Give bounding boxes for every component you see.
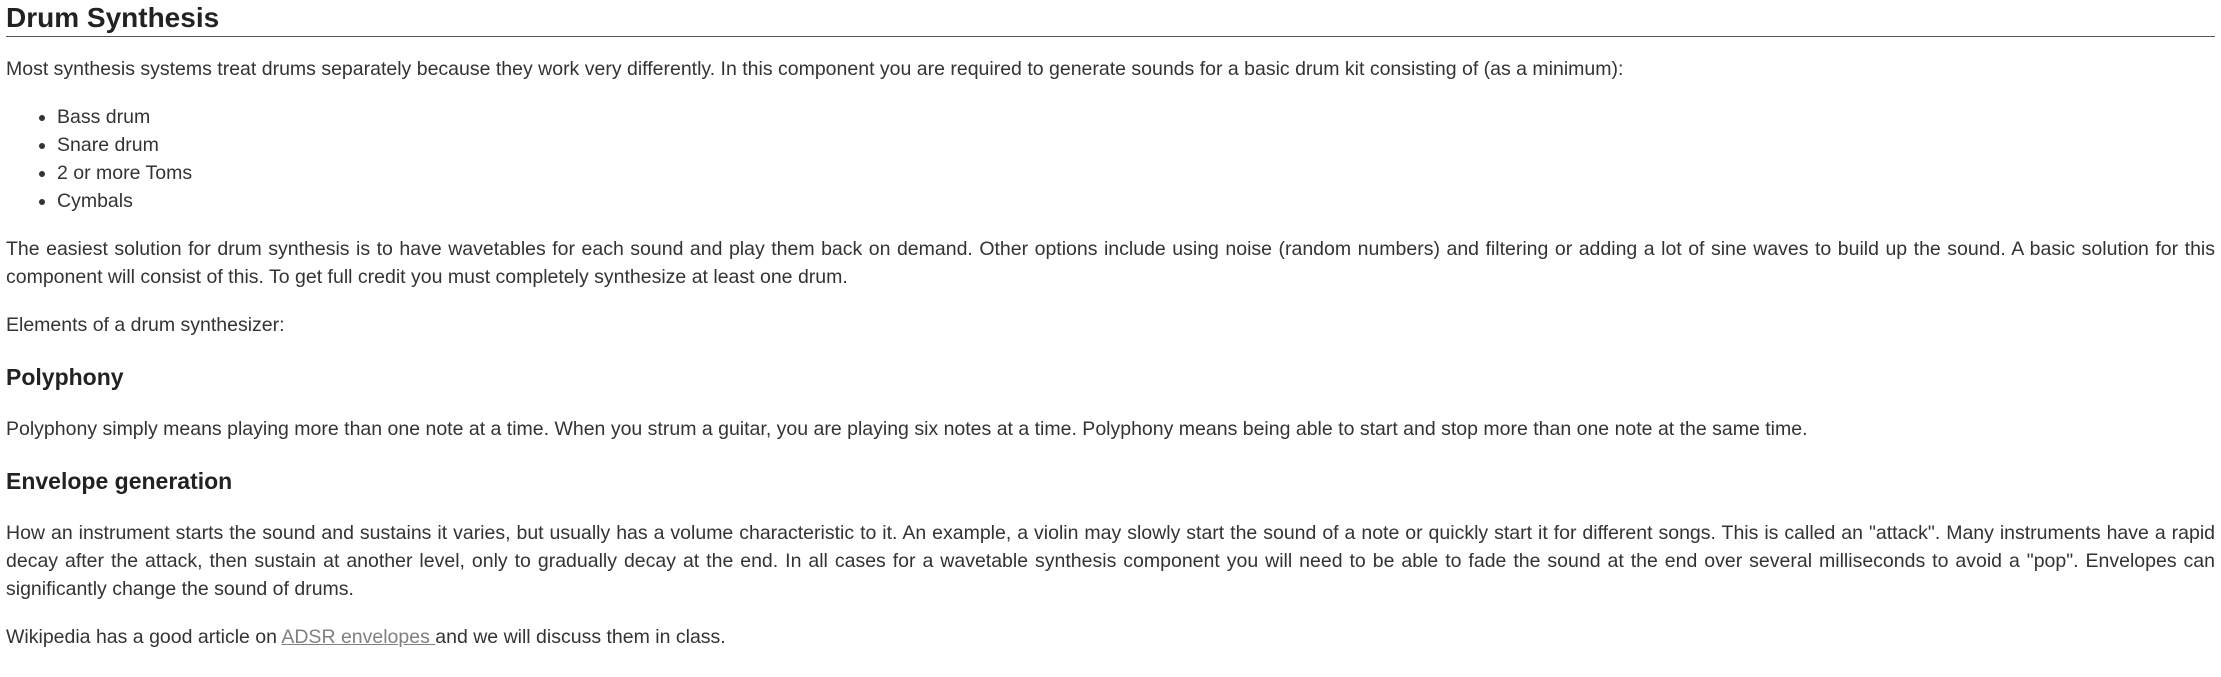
list-item: Snare drum <box>57 131 2215 159</box>
polyphony-paragraph: Polyphony simply means playing more than… <box>6 418 1808 440</box>
solution-paragraph: The easiest solution for drum synthesis … <box>6 238 2215 288</box>
adsr-envelopes-link[interactable]: ADSR envelopes <box>281 626 435 648</box>
intro-paragraph: Most synthesis systems treat drums separ… <box>6 58 1624 80</box>
list-item: Bass drum <box>57 103 2215 131</box>
wikipedia-paragraph: Wikipedia has a good article on ADSR env… <box>6 623 2215 651</box>
elements-intro-paragraph: Elements of a drum synthesizer: <box>6 314 285 336</box>
envelope-paragraph: How an instrument starts the sound and s… <box>6 522 2215 600</box>
list-item: Cymbals <box>57 187 2215 215</box>
page-title: Drum Synthesis <box>6 0 2215 37</box>
wiki-text-after: and we will discuss them in class. <box>435 626 726 648</box>
drum-kit-list: Bass drum Snare drum 2 or more Toms Cymb… <box>6 103 2215 215</box>
wiki-text-before: Wikipedia has a good article on <box>6 626 282 648</box>
envelope-heading: Envelope generation <box>6 468 233 494</box>
document-page: Drum Synthesis Most synthesis systems tr… <box>0 0 2221 651</box>
list-item: 2 or more Toms <box>57 159 2215 187</box>
polyphony-heading: Polyphony <box>6 364 124 390</box>
